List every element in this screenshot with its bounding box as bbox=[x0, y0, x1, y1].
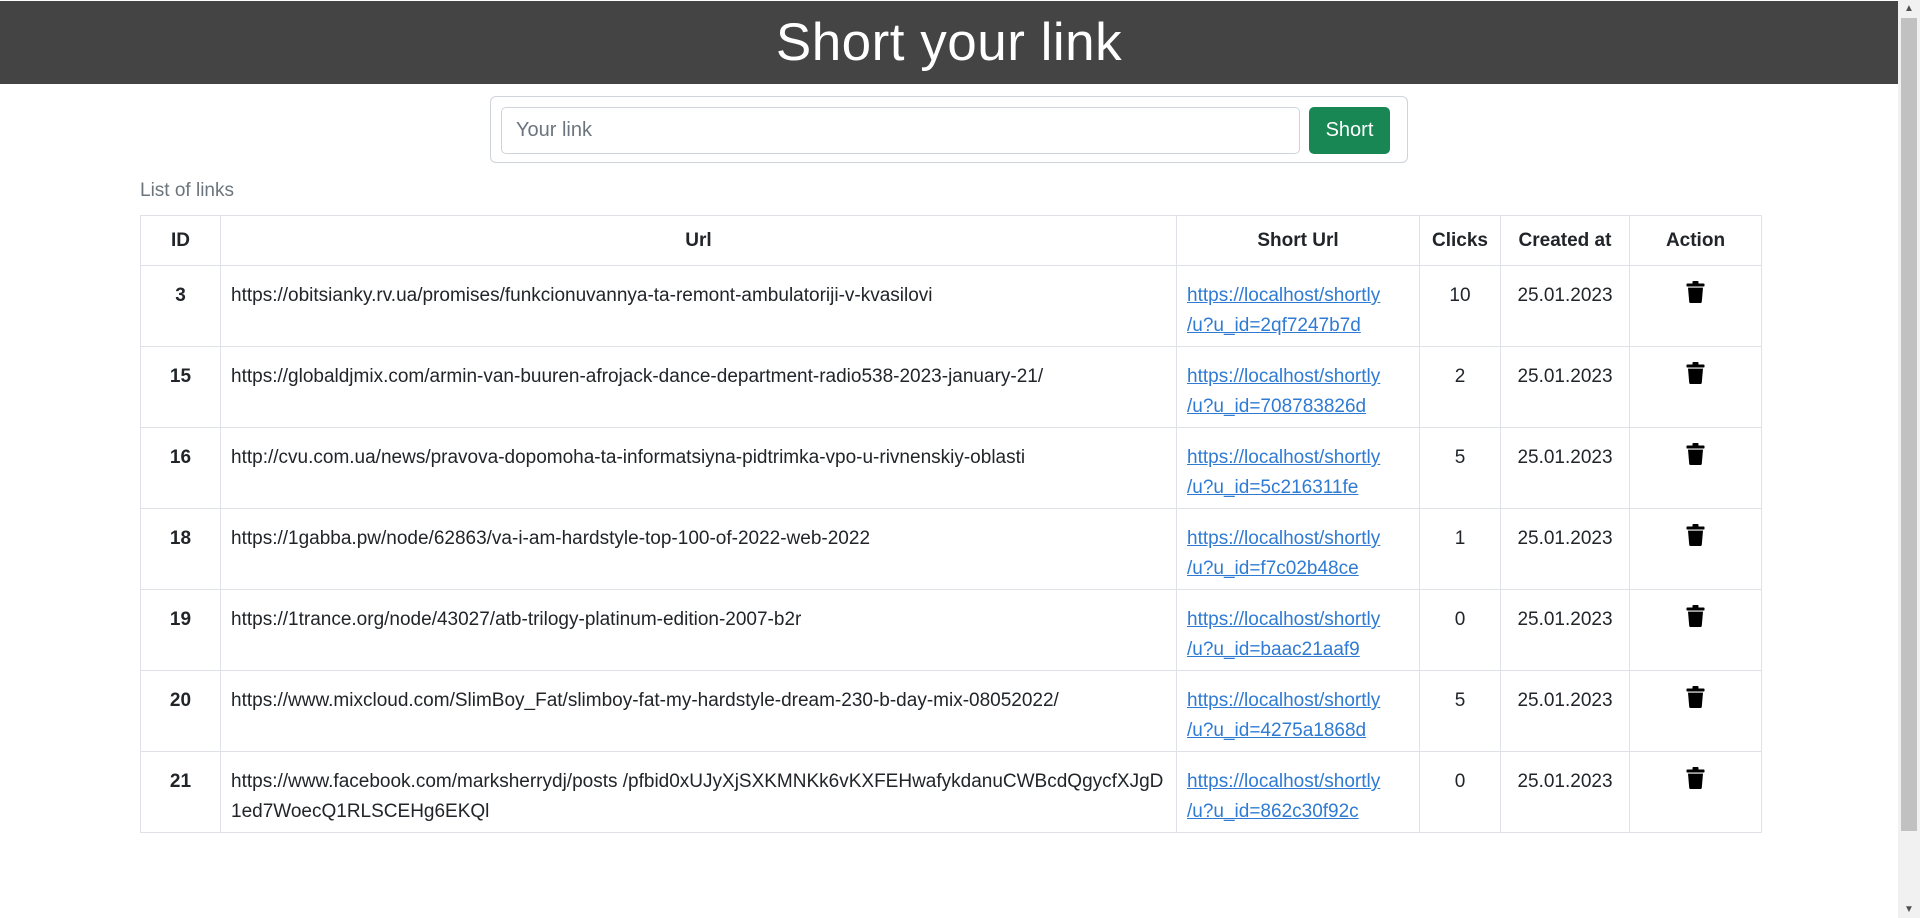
short-url-line1: https://localhost/shortly bbox=[1187, 285, 1381, 306]
action-cell bbox=[1629, 346, 1762, 428]
links-table: ID Url Short Url Clicks Created at Actio… bbox=[140, 215, 1762, 833]
trash-icon[interactable] bbox=[1686, 443, 1705, 465]
table-body: 3 https://obitsianky.rv.ua/promises/funk… bbox=[140, 265, 1762, 833]
column-header-id: ID bbox=[140, 215, 221, 266]
short-url-line1: https://localhost/shortly bbox=[1187, 771, 1381, 792]
link-id: 15 bbox=[140, 346, 221, 428]
short-url-cell: https://localhost/shortly/u?u_id=f7c02b4… bbox=[1176, 508, 1420, 590]
original-url: https://www.mixcloud.com/SlimBoy_Fat/sli… bbox=[220, 670, 1177, 752]
short-url-link[interactable]: https://localhost/shortly/u?u_id=5c21631… bbox=[1187, 447, 1380, 498]
created-date: 25.01.2023 bbox=[1500, 508, 1630, 590]
original-url: https://1trance.org/node/43027/atb-trilo… bbox=[220, 589, 1177, 671]
scroll-up-arrow-icon[interactable]: ▲ bbox=[1898, 0, 1920, 17]
table-header-row: ID Url Short Url Clicks Created at Actio… bbox=[140, 215, 1762, 266]
original-url: https://www.facebook.com/marksherrydj/po… bbox=[220, 751, 1177, 833]
click-count: 2 bbox=[1419, 346, 1501, 428]
table-row: 20 https://www.mixcloud.com/SlimBoy_Fat/… bbox=[140, 670, 1762, 752]
created-date: 25.01.2023 bbox=[1500, 427, 1630, 509]
short-url-line2: /u?u_id=862c30f92c bbox=[1187, 801, 1359, 822]
short-url-line1: https://localhost/shortly bbox=[1187, 528, 1381, 549]
column-header-clicks: Clicks bbox=[1419, 215, 1501, 266]
page-title: Short your link bbox=[775, 13, 1123, 72]
short-url-line2: /u?u_id=baac21aaf9 bbox=[1187, 639, 1360, 660]
short-url-cell: https://localhost/shortly/u?u_id=862c30f… bbox=[1176, 751, 1420, 833]
action-cell bbox=[1629, 265, 1762, 347]
link-id: 21 bbox=[140, 751, 221, 833]
action-cell bbox=[1629, 751, 1762, 833]
short-url-cell: https://localhost/shortly/u?u_id=baac21a… bbox=[1176, 589, 1420, 671]
short-url-cell: https://localhost/shortly/u?u_id=7087838… bbox=[1176, 346, 1420, 428]
link-id: 18 bbox=[140, 508, 221, 590]
page-header: Short your link bbox=[0, 1, 1898, 84]
link-input[interactable] bbox=[501, 107, 1300, 154]
short-url-link[interactable]: https://localhost/shortly/u?u_id=baac21a… bbox=[1187, 609, 1380, 660]
scroll-down-arrow-icon[interactable]: ▼ bbox=[1898, 901, 1920, 918]
original-url: https://globaldjmix.com/armin-van-buuren… bbox=[220, 346, 1177, 428]
original-url: https://1gabba.pw/node/62863/va-i-am-har… bbox=[220, 508, 1177, 590]
short-url-line2: /u?u_id=5c216311fe bbox=[1187, 477, 1359, 498]
short-button[interactable]: Short bbox=[1309, 107, 1390, 154]
short-url-line2: /u?u_id=f7c02b48ce bbox=[1187, 558, 1359, 579]
created-date: 25.01.2023 bbox=[1500, 346, 1630, 428]
created-date: 25.01.2023 bbox=[1500, 589, 1630, 671]
created-date: 25.01.2023 bbox=[1500, 751, 1630, 833]
table-row: 15 https://globaldjmix.com/armin-van-buu… bbox=[140, 346, 1762, 428]
action-cell bbox=[1629, 589, 1762, 671]
link-id: 16 bbox=[140, 427, 221, 509]
column-header-short-url: Short Url bbox=[1176, 215, 1420, 266]
vertical-scrollbar[interactable]: ▲ ▼ bbox=[1898, 0, 1920, 918]
click-count: 5 bbox=[1419, 427, 1501, 509]
short-url-link[interactable]: https://localhost/shortly/u?u_id=4275a18… bbox=[1187, 690, 1380, 741]
trash-icon[interactable] bbox=[1686, 767, 1705, 789]
trash-icon[interactable] bbox=[1686, 362, 1705, 384]
click-count: 10 bbox=[1419, 265, 1501, 347]
click-count: 0 bbox=[1419, 751, 1501, 833]
short-url-line2: /u?u_id=2qf7247b7d bbox=[1187, 315, 1361, 336]
created-date: 25.01.2023 bbox=[1500, 670, 1630, 752]
short-url-line1: https://localhost/shortly bbox=[1187, 609, 1381, 630]
action-cell bbox=[1629, 508, 1762, 590]
trash-icon[interactable] bbox=[1686, 281, 1705, 303]
table-row: 3 https://obitsianky.rv.ua/promises/funk… bbox=[140, 265, 1762, 347]
trash-icon[interactable] bbox=[1686, 605, 1705, 627]
original-url: https://obitsianky.rv.ua/promises/funkci… bbox=[220, 265, 1177, 347]
short-url-link[interactable]: https://localhost/shortly/u?u_id=862c30f… bbox=[1187, 771, 1380, 822]
link-id: 3 bbox=[140, 265, 221, 347]
column-header-url: Url bbox=[220, 215, 1177, 266]
table-row: 21 https://www.facebook.com/marksherrydj… bbox=[140, 751, 1762, 833]
table-row: 18 https://1gabba.pw/node/62863/va-i-am-… bbox=[140, 508, 1762, 590]
short-url-line1: https://localhost/shortly bbox=[1187, 447, 1381, 468]
short-url-cell: https://localhost/shortly/u?u_id=4275a18… bbox=[1176, 670, 1420, 752]
link-id: 20 bbox=[140, 670, 221, 752]
short-url-line1: https://localhost/shortly bbox=[1187, 690, 1381, 711]
scrollbar-thumb[interactable] bbox=[1901, 18, 1917, 831]
action-cell bbox=[1629, 427, 1762, 509]
list-caption: List of links bbox=[140, 180, 234, 201]
short-url-line2: /u?u_id=708783826d bbox=[1187, 396, 1367, 417]
table-row: 19 https://1trance.org/node/43027/atb-tr… bbox=[140, 589, 1762, 671]
table-row: 16 http://cvu.com.ua/news/pravova-dopomo… bbox=[140, 427, 1762, 509]
link-id: 19 bbox=[140, 589, 221, 671]
short-url-line1: https://localhost/shortly bbox=[1187, 366, 1381, 387]
click-count: 1 bbox=[1419, 508, 1501, 590]
created-date: 25.01.2023 bbox=[1500, 265, 1630, 347]
short-url-cell: https://localhost/shortly/u?u_id=5c21631… bbox=[1176, 427, 1420, 509]
column-header-created-at: Created at bbox=[1500, 215, 1630, 266]
short-url-link[interactable]: https://localhost/shortly/u?u_id=f7c02b4… bbox=[1187, 528, 1380, 579]
trash-icon[interactable] bbox=[1686, 686, 1705, 708]
shorten-form: Short bbox=[490, 96, 1408, 163]
trash-icon[interactable] bbox=[1686, 524, 1705, 546]
original-url: http://cvu.com.ua/news/pravova-dopomoha-… bbox=[220, 427, 1177, 509]
short-url-line2: /u?u_id=4275a1868d bbox=[1187, 720, 1367, 741]
page: Short your link Short List of links ID U… bbox=[0, 0, 1898, 918]
short-url-link[interactable]: https://localhost/shortly/u?u_id=7087838… bbox=[1187, 366, 1380, 417]
action-cell bbox=[1629, 670, 1762, 752]
column-header-action: Action bbox=[1629, 215, 1762, 266]
click-count: 5 bbox=[1419, 670, 1501, 752]
short-url-link[interactable]: https://localhost/shortly/u?u_id=2qf7247… bbox=[1187, 285, 1380, 336]
click-count: 0 bbox=[1419, 589, 1501, 671]
short-url-cell: https://localhost/shortly/u?u_id=2qf7247… bbox=[1176, 265, 1420, 347]
